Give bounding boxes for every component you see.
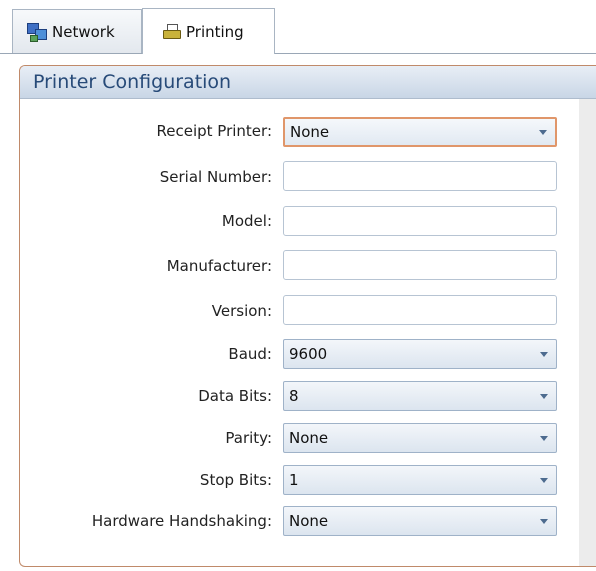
parity-select[interactable]: None bbox=[283, 423, 557, 453]
tab-network-label: Network bbox=[52, 22, 115, 41]
version-field[interactable] bbox=[283, 295, 557, 325]
chevron-down-icon bbox=[540, 478, 548, 483]
panel-header: Printer Configuration bbox=[20, 66, 596, 99]
hardware-handshaking-select[interactable]: None bbox=[283, 506, 557, 536]
manufacturer-field[interactable] bbox=[283, 250, 557, 280]
tab-strip-baseline bbox=[0, 53, 596, 54]
chevron-down-icon bbox=[540, 394, 548, 399]
data-bits-label: Data Bits: bbox=[198, 387, 272, 405]
data-bits-value: 8 bbox=[289, 387, 299, 405]
receipt-printer-label: Receipt Printer: bbox=[156, 122, 272, 140]
panel-title: Printer Configuration bbox=[33, 71, 232, 93]
receipt-printer-select[interactable]: None bbox=[283, 117, 557, 147]
network-icon bbox=[27, 22, 47, 42]
tab-strip: Network Printing bbox=[0, 0, 596, 54]
model-label: Model: bbox=[221, 212, 272, 230]
version-label: Version: bbox=[211, 302, 272, 320]
baud-label: Baud: bbox=[228, 345, 272, 363]
printer-icon bbox=[163, 23, 181, 40]
chevron-down-icon bbox=[540, 519, 548, 524]
serial-number-field[interactable] bbox=[283, 161, 557, 191]
stop-bits-select[interactable]: 1 bbox=[283, 465, 557, 495]
receipt-printer-value: None bbox=[290, 123, 330, 141]
data-bits-select[interactable]: 8 bbox=[283, 381, 557, 411]
serial-number-label: Serial Number: bbox=[159, 168, 272, 186]
stop-bits-value: 1 bbox=[289, 471, 299, 489]
tab-printing[interactable]: Printing bbox=[142, 8, 275, 54]
panel-scroll-track bbox=[579, 99, 596, 566]
hardware-handshaking-label: Hardware Handshaking: bbox=[91, 512, 272, 530]
model-field[interactable] bbox=[283, 206, 557, 236]
chevron-down-icon bbox=[539, 130, 547, 135]
parity-value: None bbox=[289, 429, 329, 447]
baud-value: 9600 bbox=[289, 345, 328, 363]
tab-printing-label: Printing bbox=[186, 22, 244, 41]
parity-label: Parity: bbox=[225, 429, 272, 447]
baud-select[interactable]: 9600 bbox=[283, 339, 557, 369]
tab-network[interactable]: Network bbox=[12, 9, 142, 53]
chevron-down-icon bbox=[540, 436, 548, 441]
chevron-down-icon bbox=[540, 352, 548, 357]
stop-bits-label: Stop Bits: bbox=[199, 471, 272, 489]
manufacturer-label: Manufacturer: bbox=[166, 257, 272, 275]
hardware-handshaking-value: None bbox=[289, 512, 329, 530]
